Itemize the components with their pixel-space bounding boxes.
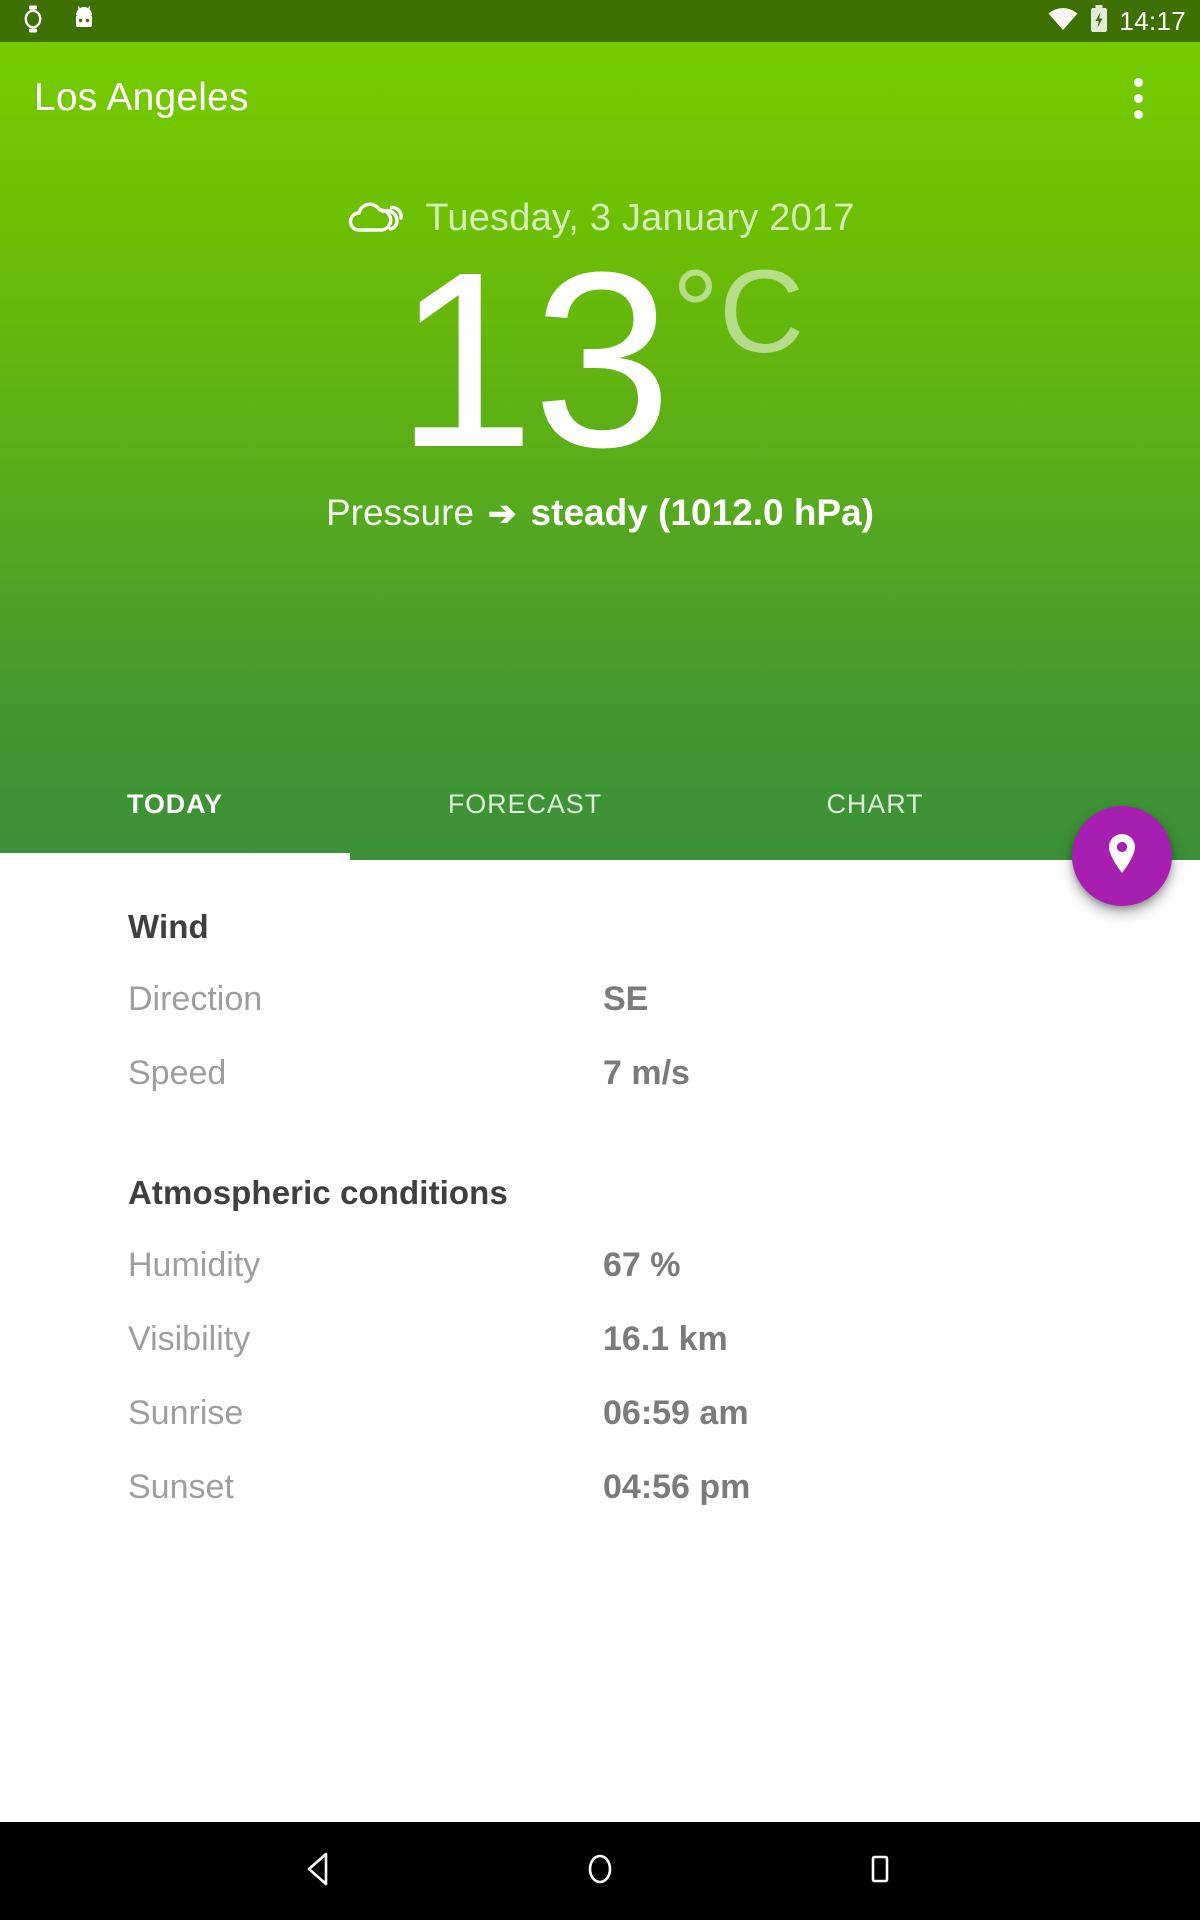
recents-square-icon <box>862 1850 898 1893</box>
watch-icon <box>22 5 44 38</box>
section-title-wind: Wind <box>128 908 209 945</box>
overflow-dot <box>1133 77 1143 87</box>
temperature-value: 13 <box>395 220 672 499</box>
row-label-speed: Speed <box>128 1054 227 1092</box>
temperature-unit: °C <box>671 246 805 378</box>
row-value-humidity: 67 % <box>603 1246 681 1284</box>
table-row: Sunset 04:56 pm <box>0 1468 1200 1542</box>
row-value-sunrise: 06:59 am <box>603 1394 749 1432</box>
overflow-dot <box>1133 109 1143 119</box>
pressure-value: steady (1012.0 hPa) <box>530 492 875 533</box>
atmospheric-rows: Humidity 67 % Visibility 16.1 km Sunrise… <box>0 1246 1200 1542</box>
table-row: Sunrise 06:59 am <box>0 1394 1200 1468</box>
section-title-atmospheric: Atmospheric conditions <box>128 1174 508 1211</box>
today-tab-content: Wind Direction SE Speed 7 m/s Atmospheri… <box>0 860 1200 1822</box>
temperature-display: 13 °C <box>395 220 805 499</box>
app-bar: Los Angeles <box>0 42 1200 154</box>
weather-header: Los Angeles Tuesday, 3 January 2017 13 °… <box>0 42 1200 906</box>
row-value-visibility: 16.1 km <box>603 1320 728 1358</box>
pressure-label: Pressure <box>325 492 475 533</box>
pressure-row: Pressure ➔ steady (1012.0 hPa) <box>326 492 874 534</box>
row-label-visibility: Visibility <box>128 1320 251 1358</box>
row-label-humidity: Humidity <box>128 1246 261 1284</box>
location-pin-icon <box>1101 830 1143 883</box>
tab-active-indicator <box>0 853 350 860</box>
wind-rows: Direction SE Speed 7 m/s <box>0 980 1200 1128</box>
overflow-menu-icon[interactable] <box>1106 66 1170 130</box>
android-navigation-bar <box>0 1822 1200 1920</box>
home-circle-icon <box>582 1850 618 1893</box>
row-value-direction: SE <box>603 980 649 1018</box>
page-title: Los Angeles <box>34 76 249 119</box>
android-head-icon <box>70 5 98 37</box>
weather-app-screen: 14:17 Los Angeles Tuesday, 3 January 201… <box>0 0 1200 1920</box>
section-wind: Wind Direction SE Speed 7 m/s <box>0 908 1200 1128</box>
row-label-direction: Direction <box>128 980 263 1018</box>
table-row: Humidity 67 % <box>0 1246 1200 1320</box>
pressure-trend-arrow-icon: ➔ <box>488 495 517 533</box>
status-bar-right-icons: 14:17 <box>1047 4 1186 38</box>
status-bar-clock: 14:17 <box>1119 5 1186 36</box>
recents-button[interactable] <box>840 1841 920 1901</box>
row-value-speed: 7 m/s <box>603 1054 690 1092</box>
section-divider-space <box>0 1128 1200 1174</box>
overflow-dot <box>1133 93 1143 103</box>
current-weather-hero: Tuesday, 3 January 2017 13 °C Pressure ➔… <box>0 154 1200 748</box>
tab-forecast[interactable]: FORECAST <box>350 789 700 820</box>
status-bar-left-icons <box>22 5 98 38</box>
table-row: Visibility 16.1 km <box>0 1320 1200 1394</box>
row-label-sunset: Sunset <box>128 1468 234 1506</box>
section-atmospheric-conditions: Atmospheric conditions Humidity 67 % Vis… <box>0 1174 1200 1542</box>
wifi-icon <box>1047 6 1079 37</box>
tab-today[interactable]: TODAY <box>0 789 350 820</box>
tab-chart[interactable]: CHART <box>700 789 1050 820</box>
location-fab-button[interactable] <box>1072 806 1172 906</box>
back-button[interactable] <box>280 1841 360 1901</box>
row-value-sunset: 04:56 pm <box>603 1468 751 1506</box>
row-label-sunrise: Sunrise <box>128 1394 244 1432</box>
table-row: Direction SE <box>0 980 1200 1054</box>
status-bar: 14:17 <box>0 0 1200 42</box>
battery-charging-icon <box>1089 4 1109 38</box>
tab-bar: TODAY FORECAST CHART <box>0 748 1200 860</box>
table-row: Speed 7 m/s <box>0 1054 1200 1128</box>
back-triangle-icon <box>302 1850 338 1893</box>
home-button[interactable] <box>560 1841 640 1901</box>
